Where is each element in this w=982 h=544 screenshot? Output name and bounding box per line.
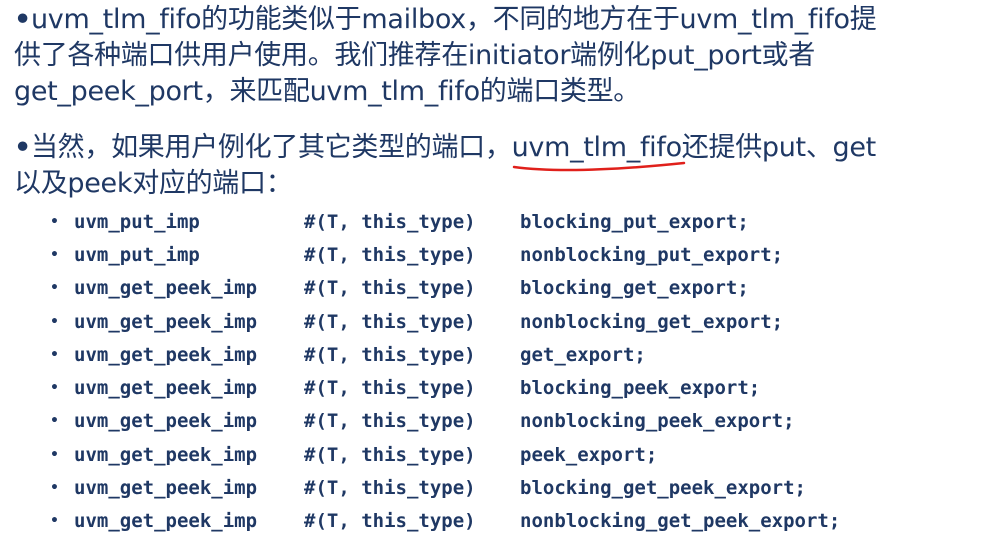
code-line: • uvm_get_peek_imp #(T, this_type) blocking…	[50, 272, 840, 305]
export-name: blocking_put_export;	[520, 210, 749, 233]
code-line: • uvm_get_peek_imp #(T, this_type) blocking…	[50, 371, 840, 404]
paragraph-2-line-1: •当然，如果用户例化了其它类型的端口，uvm_tlm_fifo 还提供put、ge…	[14, 130, 876, 172]
code-bullet-icon: •	[50, 480, 59, 497]
imp-type: uvm_get_peek_imp	[74, 377, 258, 400]
imp-type: uvm_get_peek_imp	[74, 477, 258, 500]
code-line: • uvm_get_peek_imp #(T, this_type) blocking…	[50, 471, 840, 504]
paragraph-2-line-2: 以及peek对应的端口：	[14, 168, 293, 199]
imp-params: #(T, this_type)	[304, 377, 476, 400]
imp-params: #(T, this_type)	[304, 277, 476, 300]
code-bullet-icon: •	[50, 513, 59, 530]
imp-type: uvm_get_peek_imp	[74, 310, 258, 333]
code-bullet-icon: •	[50, 346, 59, 363]
code-line: • uvm_get_peek_imp #(T, this_type) nonblock…	[50, 305, 840, 338]
export-name: get_export;	[520, 343, 646, 366]
imp-params: #(T, this_type)	[304, 443, 476, 466]
code-bullet-icon: •	[50, 280, 59, 297]
code-line: • uvm_put_imp #(T, this_type) blocking_put_…	[50, 205, 840, 238]
export-name: peek_export;	[520, 443, 658, 466]
imp-type: uvm_put_imp	[74, 210, 200, 233]
imp-type: uvm_get_peek_imp	[74, 277, 258, 300]
bullet-icon: •	[14, 4, 31, 35]
export-name: nonblocking_peek_export;	[520, 410, 795, 433]
code-bullet-icon: •	[50, 213, 59, 230]
imp-params: #(T, this_type)	[304, 243, 476, 266]
paragraph-2-suffix: 还提供put、get	[681, 132, 876, 163]
imp-params: #(T, this_type)	[304, 477, 476, 500]
imp-params: #(T, this_type)	[304, 410, 476, 433]
paragraph-1-line-3: get_peek_port，来匹配uvm_tlm_fifo的端口类型。	[14, 76, 640, 107]
export-name: blocking_get_peek_export;	[520, 477, 806, 500]
imp-type: uvm_get_peek_imp	[74, 443, 258, 466]
imp-params: #(T, this_type)	[304, 510, 476, 533]
code-bullet-icon: •	[50, 313, 59, 330]
code-list: • uvm_put_imp #(T, this_type) blocking_put_…	[50, 205, 840, 538]
code-line: • uvm_get_peek_imp #(T, this_type) get_expo…	[50, 338, 840, 371]
code-bullet-icon: •	[50, 246, 59, 263]
export-name: blocking_peek_export;	[520, 377, 761, 400]
export-name: nonblocking_get_export;	[520, 310, 784, 333]
paragraph-2-prefix: 当然，如果用户例化了其它类型的端口，	[30, 132, 512, 163]
code-bullet-icon: •	[50, 380, 59, 397]
code-bullet-icon: •	[50, 446, 59, 463]
code-line: • uvm_get_peek_imp #(T, this_type) nonblock…	[50, 405, 840, 438]
imp-type: uvm_get_peek_imp	[74, 410, 258, 433]
imp-type: uvm_get_peek_imp	[74, 343, 258, 366]
code-line: • uvm_put_imp #(T, this_type) nonblocking_p…	[50, 238, 840, 271]
imp-params: #(T, this_type)	[304, 310, 476, 333]
export-name: nonblocking_put_export;	[520, 243, 784, 266]
highlighted-term: uvm_tlm_fifo	[512, 130, 685, 172]
export-name: nonblocking_get_peek_export;	[520, 510, 841, 533]
red-underline-annotation	[512, 161, 685, 172]
export-name: blocking_get_export;	[520, 277, 749, 300]
imp-type: uvm_put_imp	[74, 243, 200, 266]
code-line: • uvm_get_peek_imp #(T, this_type) peek_exp…	[50, 438, 840, 471]
paragraph-1-text-1: uvm_tlm_fifo的功能类似于mailbox，不同的地方在于uvm_tlm…	[30, 4, 877, 35]
imp-params: #(T, this_type)	[304, 210, 476, 233]
paragraph-1-line-2: 供了各种端口供用户使用。我们推荐在initiator端例化put_port或者	[14, 40, 815, 71]
paragraph-1-line-1: •uvm_tlm_fifo的功能类似于mailbox，不同的地方在于uvm_tl…	[14, 2, 877, 38]
imp-type: uvm_get_peek_imp	[74, 510, 258, 533]
imp-params: #(T, this_type)	[304, 343, 476, 366]
bullet-icon: •	[14, 132, 31, 163]
code-line: • uvm_get_peek_imp #(T, this_type) nonblock…	[50, 505, 840, 538]
code-bullet-icon: •	[50, 413, 59, 430]
